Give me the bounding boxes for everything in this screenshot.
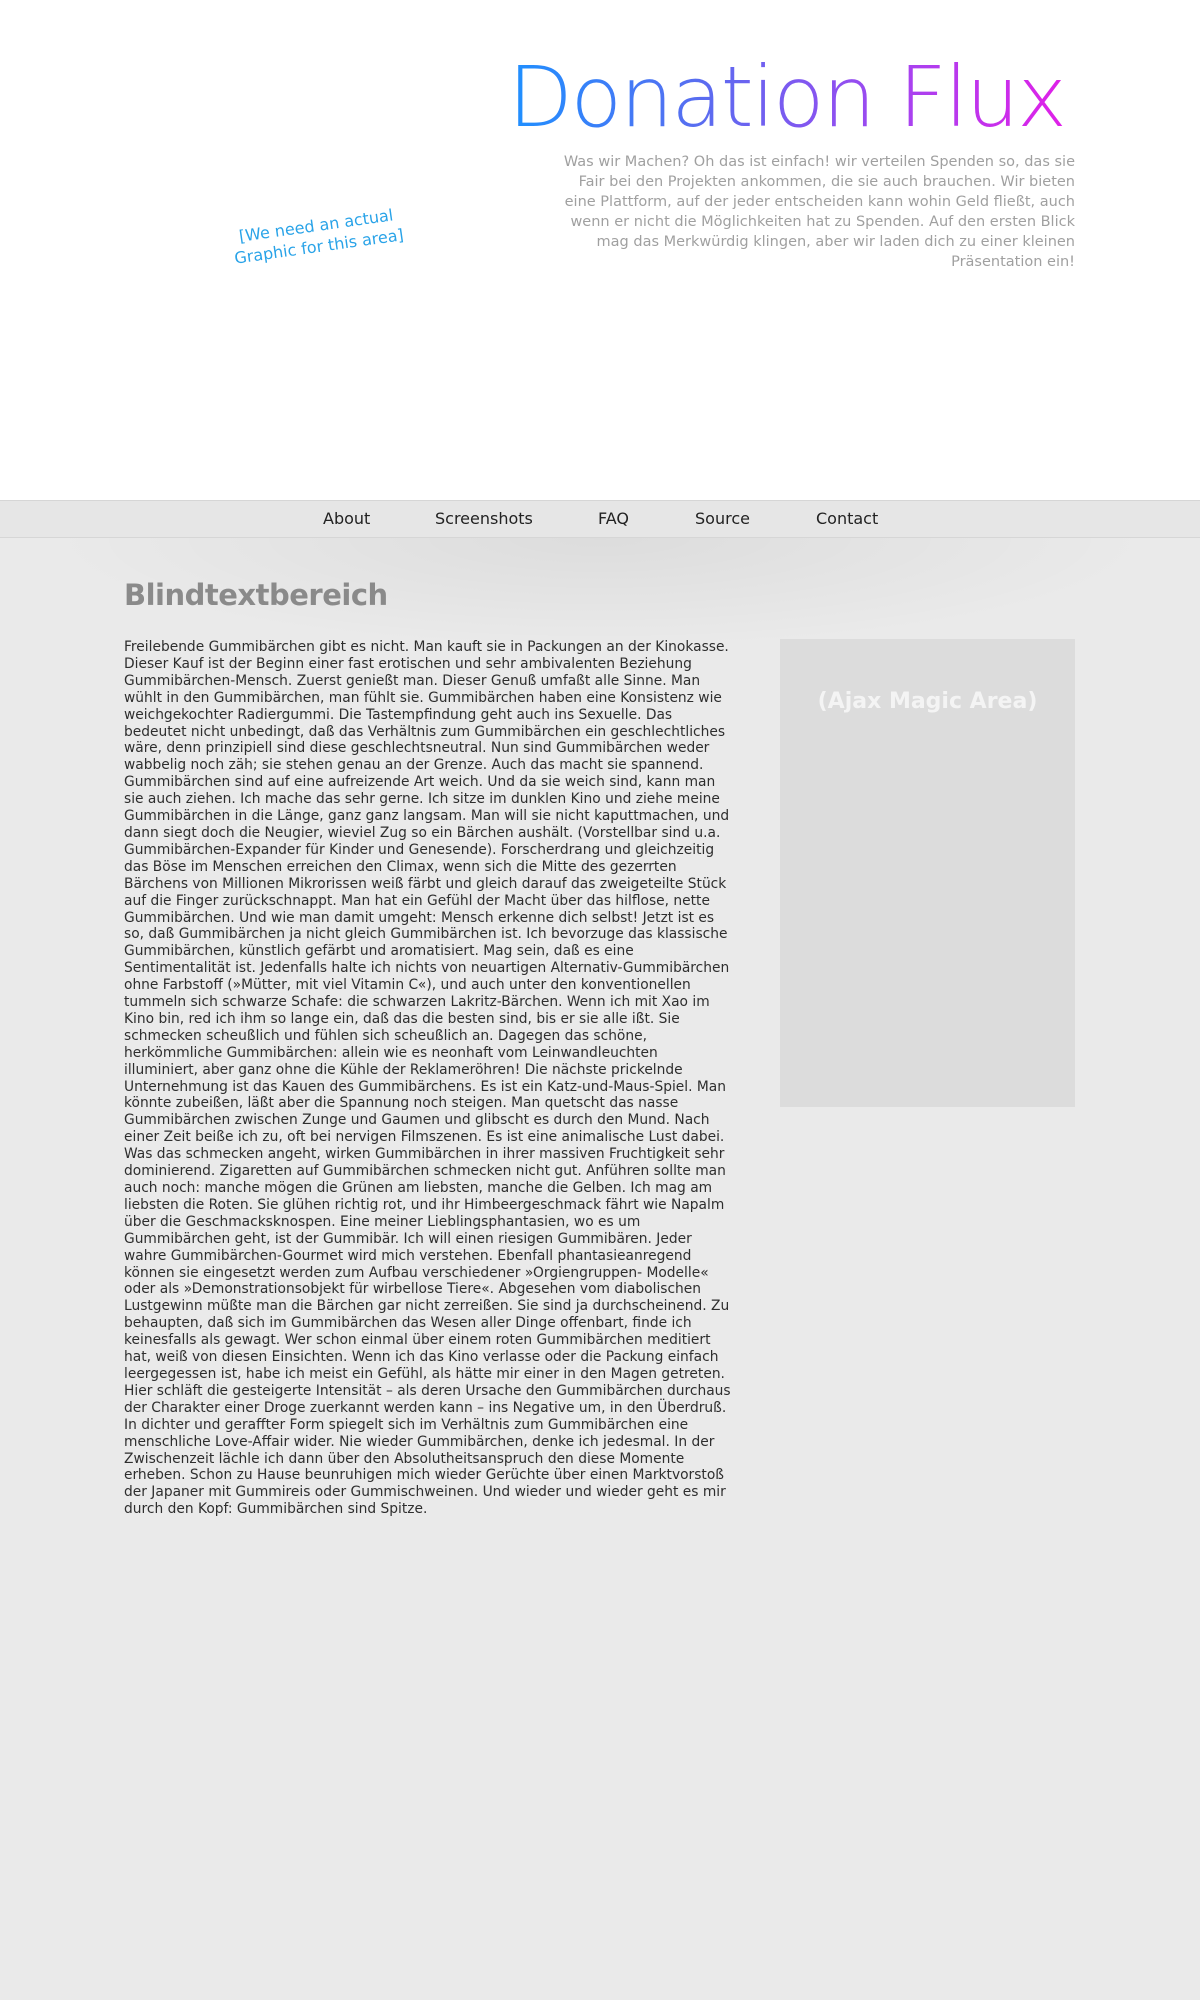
header: [We need an actual Graphic for this area…: [0, 0, 1200, 500]
nav-item-contact[interactable]: Contact: [816, 509, 878, 528]
site-logo[interactable]: Donation Flux: [508, 52, 1067, 142]
main-navigation: About Screenshots FAQ Source Contact: [0, 500, 1200, 538]
intro-text: Was wir Machen? Oh das ist einfach! wir …: [563, 154, 1075, 270]
graphic-placeholder-note: [We need an actual Graphic for this area…: [233, 205, 405, 268]
page-title: Blindtextbereich: [124, 578, 388, 612]
nav-item-faq[interactable]: FAQ: [598, 509, 629, 528]
nav-item-about[interactable]: About: [323, 509, 370, 528]
body-text: Freilebende Gummibärchen gibt es nicht. …: [124, 639, 731, 1517]
nav-item-source[interactable]: Source: [695, 509, 750, 528]
nav-item-screenshots[interactable]: Screenshots: [435, 509, 533, 528]
ajax-sidebar-panel: (Ajax Magic Area): [780, 639, 1075, 1107]
sidebar-title: (Ajax Magic Area): [817, 689, 1038, 714]
